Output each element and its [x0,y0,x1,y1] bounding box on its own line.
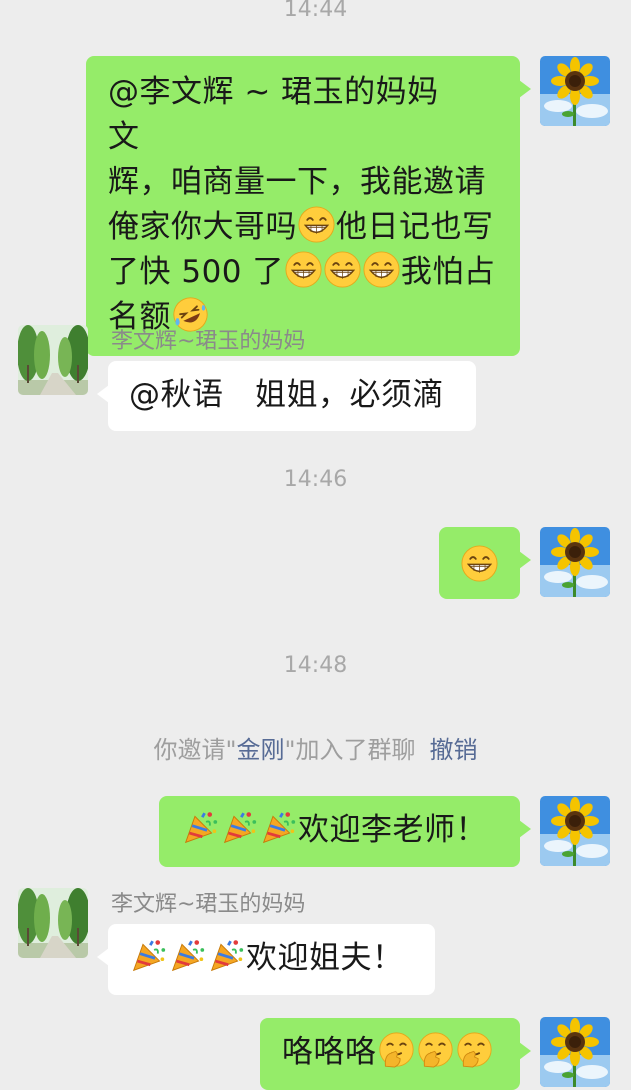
message-text: 了快 500 了 [108,254,284,290]
shush-emoji [378,1031,415,1068]
sunflower-avatar-image [540,796,610,866]
grin-emoji [461,545,498,582]
contact-avatar[interactable] [18,888,88,958]
my-avatar[interactable] [540,1017,610,1087]
system-message: 你邀请"金刚"加入了群聊 撤销 [0,735,631,765]
party-popper-emoji [182,809,219,846]
party-popper-emoji [169,937,206,974]
message-text: 我怕占 [400,254,496,290]
grin-emoji [363,251,400,288]
trees-avatar-image [18,888,88,958]
my-avatar[interactable] [540,56,610,126]
my-avatar[interactable] [540,796,610,866]
grin-emoji [298,206,335,243]
timestamp: 14:44 [283,0,348,22]
message-bubble-incoming[interactable]: @秋语 姐姐，必须滴 [97,361,476,431]
shush-emoji [417,1031,454,1068]
system-text: 你邀请" [153,736,237,764]
party-popper-emoji [221,809,258,846]
system-text: "加入了群聊 [284,736,416,764]
shush-emoji [456,1031,493,1068]
revoke-link[interactable]: 撤销 [430,736,478,764]
party-popper-emoji [260,809,297,846]
message-bubble-incoming[interactable]: 欢迎姐夫！ [97,924,435,995]
message-text: 欢迎姐夫！ [246,940,404,976]
party-popper-emoji [208,937,245,974]
sunflower-avatar-image [540,1017,610,1087]
my-avatar[interactable] [540,527,610,597]
timestamp: 14:48 [283,653,348,678]
grin-emoji [285,251,322,288]
rofl-emoji [172,296,209,333]
timestamp: 14:46 [283,467,348,492]
message-bubble-outgoing[interactable] [439,527,531,599]
message-text: 咯咯咯 [282,1034,377,1070]
sunflower-avatar-image [540,56,610,126]
invitee-link[interactable]: 金刚 [237,736,285,764]
message-bubble-outgoing[interactable]: 咯咯咯 [260,1018,531,1090]
message-text: 俺家你大哥吗 [108,209,297,245]
sunflower-avatar-image [540,527,610,597]
message-line: 俺家你大哥吗 他日记也写 [108,205,500,250]
message-text: @秋语 姐姐，必须滴 [129,377,444,413]
contact-avatar[interactable] [18,325,88,395]
message-line: 了快 500 了 我怕占 [108,250,500,295]
message-bubble-outgoing[interactable]: @李文辉 ~ 珺玉的妈妈 文 辉，咱商量一下，我能邀请 俺家你大哥吗 他日记也写 … [86,56,531,356]
message-line: 辉，咱商量一下，我能邀请 [108,164,486,200]
party-popper-emoji [130,937,167,974]
sender-name: 李文辉~珺玉的妈妈 [111,892,306,917]
trees-avatar-image [18,325,88,395]
message-text: 欢迎李老师！ [298,812,487,848]
message-line: @李文辉 ~ 珺玉的妈妈 文 [108,74,471,155]
message-bubble-outgoing[interactable]: 欢迎李老师！ [159,796,531,867]
sender-name: 李文辉~珺玉的妈妈 [111,329,306,354]
message-text: 他日记也写 [336,209,494,245]
grin-emoji [324,251,361,288]
